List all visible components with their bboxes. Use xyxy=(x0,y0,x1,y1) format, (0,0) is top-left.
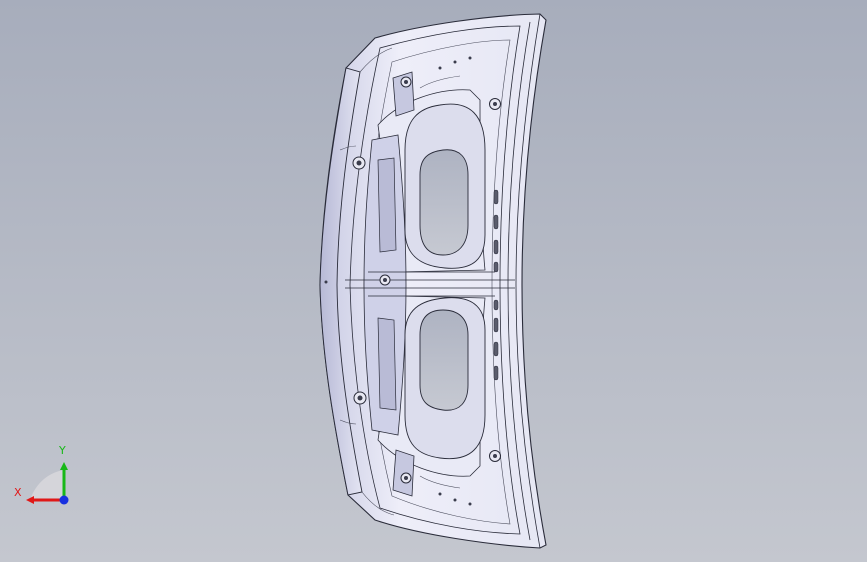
triad-x-label: X xyxy=(14,486,22,499)
graphics-viewport[interactable]: X Y xyxy=(0,0,867,562)
triad-y-arrowhead xyxy=(60,462,68,470)
bottom-hinge-bracket xyxy=(392,449,415,497)
triad-z-axis xyxy=(59,495,69,505)
coordinate-triad: X Y xyxy=(14,444,69,505)
cad-model-trunk-lid[interactable] xyxy=(0,0,867,562)
triad-xy-plane xyxy=(30,470,64,500)
upper-opening-hole xyxy=(419,149,469,256)
triad-y-label: Y xyxy=(58,444,66,457)
lower-opening-hole xyxy=(419,309,469,411)
triad-x-arrowhead xyxy=(26,496,34,504)
